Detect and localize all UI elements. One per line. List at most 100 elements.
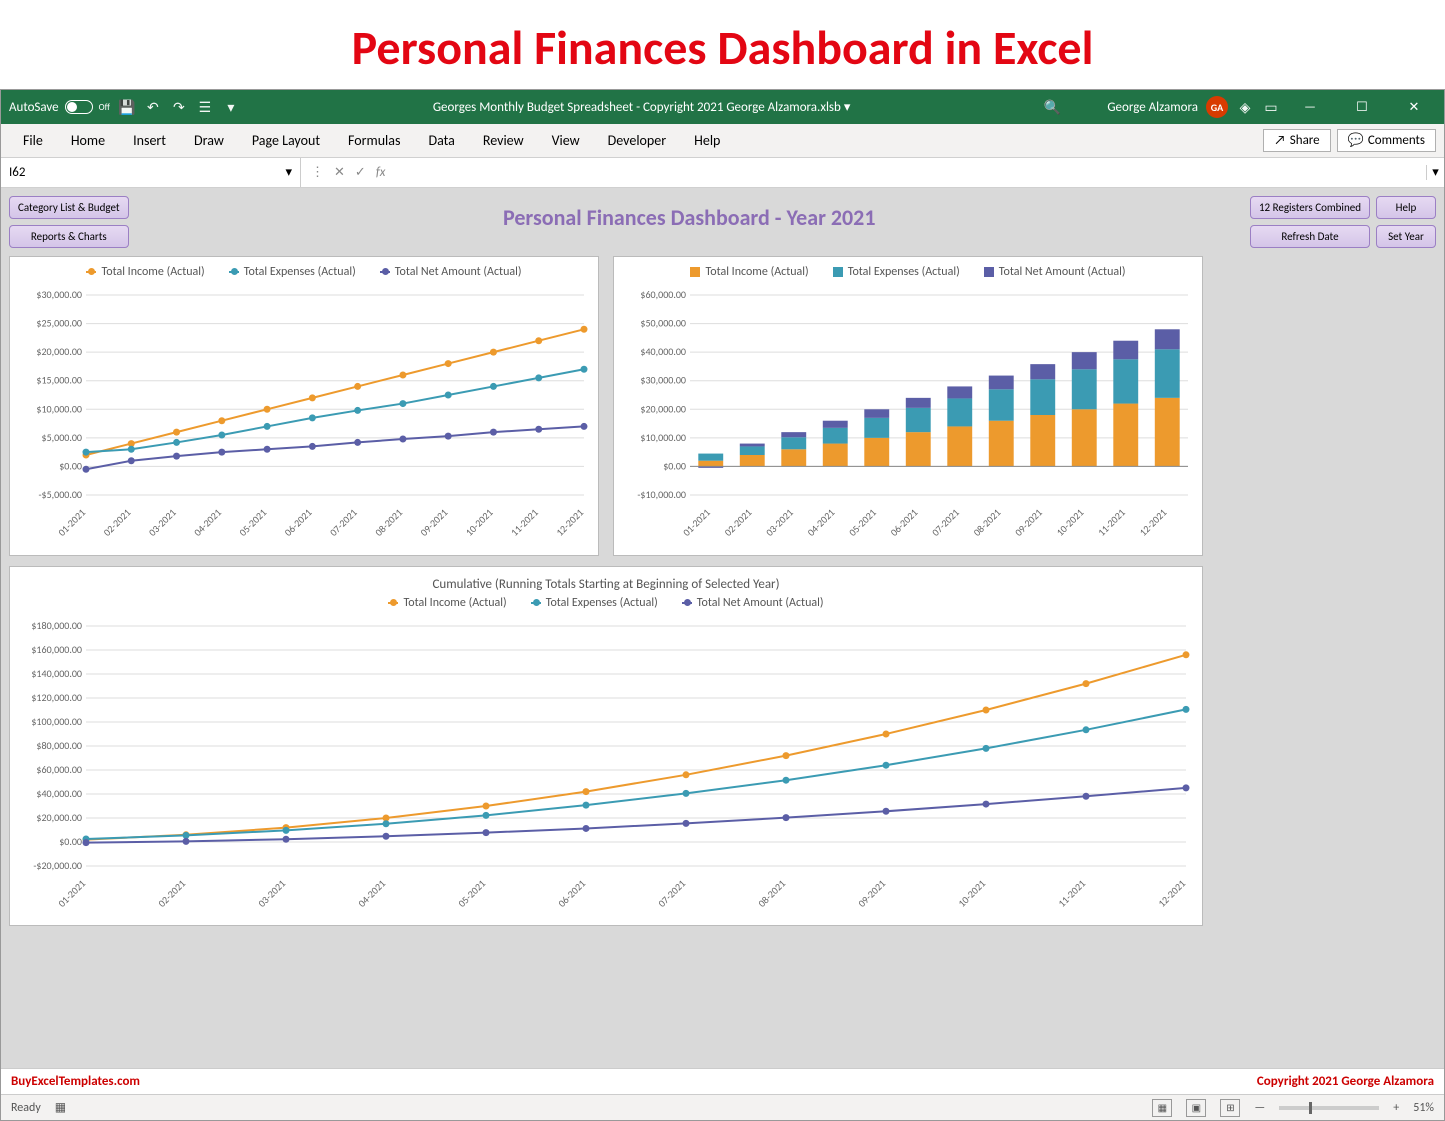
svg-text:09-2021: 09-2021: [417, 506, 450, 539]
svg-text:$180,000.00: $180,000.00: [31, 619, 82, 632]
svg-text:07-2021: 07-2021: [655, 877, 688, 910]
search-icon[interactable]: 🔍: [1043, 98, 1061, 116]
svg-text:03-2021: 03-2021: [255, 877, 288, 910]
tab-view[interactable]: View: [538, 124, 594, 158]
svg-text:$30,000.00: $30,000.00: [640, 374, 686, 387]
dashboard-title: Personal Finances Dashboard - Year 2021: [129, 196, 1250, 231]
worksheet: Category List & Budget Reports & Charts …: [1, 188, 1444, 1068]
refresh-button[interactable]: Refresh Date: [1250, 225, 1370, 248]
svg-text:$120,000.00: $120,000.00: [31, 691, 82, 704]
svg-text:$40,000.00: $40,000.00: [36, 787, 82, 800]
excel-window: AutoSave Off 💾 ↶ ↷ ☰ ▾ Georges Monthly B…: [0, 89, 1445, 1121]
enter-icon[interactable]: ✓: [355, 165, 366, 180]
view-pagelayout-icon[interactable]: ▣: [1186, 1099, 1206, 1117]
view-normal-icon[interactable]: ▦: [1152, 1099, 1172, 1117]
category-budget-button[interactable]: Category List & Budget: [9, 196, 129, 219]
share-button[interactable]: ↗Share: [1263, 129, 1330, 152]
page-title: Personal Finances Dashboard in Excel: [0, 0, 1445, 89]
svg-text:$20,000.00: $20,000.00: [640, 402, 686, 415]
svg-text:09-2021: 09-2021: [855, 877, 888, 910]
autosave-label: AutoSave: [9, 100, 59, 115]
redo-icon[interactable]: ↷: [170, 98, 188, 116]
svg-text:04-2021: 04-2021: [191, 506, 224, 539]
save-icon[interactable]: 💾: [118, 98, 136, 116]
view-pagebreak-icon[interactable]: ⊞: [1220, 1099, 1240, 1117]
autosave-state: Off: [99, 102, 110, 113]
cancel-icon[interactable]: ✕: [334, 165, 345, 180]
formula-bar: I62▾ ⋮ ✕ ✓ fx ▾: [1, 158, 1444, 188]
chart-cumulative: Cumulative (Running Totals Starting at B…: [9, 566, 1203, 926]
zoom-out-icon[interactable]: —: [1254, 1101, 1265, 1115]
svg-text:04-2021: 04-2021: [805, 506, 838, 539]
svg-text:07-2021: 07-2021: [327, 506, 360, 539]
tab-home[interactable]: Home: [57, 124, 119, 158]
dropdown-icon[interactable]: ▾: [222, 98, 240, 116]
svg-text:01-2021: 01-2021: [55, 877, 88, 910]
macro-icon[interactable]: ▦: [55, 1100, 66, 1115]
status-bar: Ready ▦ ▦ ▣ ⊞ — + 51%: [1, 1094, 1444, 1120]
svg-text:$0.00: $0.00: [663, 459, 686, 472]
tab-insert[interactable]: Insert: [119, 124, 180, 158]
minimize-button[interactable]: —: [1288, 90, 1332, 124]
svg-text:11-2021: 11-2021: [508, 506, 541, 539]
name-box[interactable]: I62▾: [1, 158, 301, 187]
svg-text:10-2021: 10-2021: [1054, 506, 1087, 539]
svg-text:10-2021: 10-2021: [463, 506, 496, 539]
svg-text:$5,000.00: $5,000.00: [42, 431, 83, 444]
tab-help[interactable]: Help: [680, 124, 734, 158]
svg-text:12-2021: 12-2021: [1137, 506, 1170, 539]
undo-icon[interactable]: ↶: [144, 98, 162, 116]
svg-text:12-2021: 12-2021: [553, 506, 586, 539]
ribbon-mode-icon[interactable]: ▭: [1262, 98, 1280, 116]
tab-draw[interactable]: Draw: [180, 124, 238, 158]
touch-icon[interactable]: ☰: [196, 98, 214, 116]
svg-text:$10,000.00: $10,000.00: [36, 402, 82, 415]
svg-text:$0.00: $0.00: [59, 835, 82, 848]
chart3-legend: Total Income (Actual) Total Expenses (Ac…: [16, 596, 1196, 610]
comments-button[interactable]: 💬Comments: [1337, 129, 1436, 152]
tab-file[interactable]: File: [9, 124, 57, 158]
svg-text:$20,000.00: $20,000.00: [36, 811, 82, 824]
chart-monthly-line: Total Income (Actual) Total Expenses (Ac…: [9, 256, 599, 556]
legend-square-icon: [833, 267, 843, 277]
zoom-in-icon[interactable]: +: [1393, 1101, 1399, 1115]
reports-charts-button[interactable]: Reports & Charts: [9, 225, 129, 248]
diamond-icon[interactable]: ◈: [1236, 98, 1254, 116]
footer-bar: BuyExcelTemplates.com Copyright 2021 Geo…: [1, 1068, 1444, 1094]
maximize-button[interactable]: ☐: [1340, 90, 1384, 124]
autosave-toggle[interactable]: AutoSave Off: [9, 100, 110, 115]
dots-icon[interactable]: ⋮: [311, 165, 324, 180]
zoom-slider[interactable]: [1279, 1106, 1379, 1110]
avatar[interactable]: GA: [1206, 96, 1228, 118]
svg-text:11-2021: 11-2021: [1095, 506, 1128, 539]
svg-text:10-2021: 10-2021: [955, 877, 988, 910]
window-title: Georges Monthly Budget Spreadsheet - Cop…: [248, 100, 1035, 115]
help-button[interactable]: Help: [1376, 196, 1436, 219]
close-button[interactable]: ✕: [1392, 90, 1436, 124]
tab-review[interactable]: Review: [469, 124, 538, 158]
svg-text:05-2021: 05-2021: [846, 506, 879, 539]
tab-data[interactable]: Data: [414, 124, 468, 158]
tab-page-layout[interactable]: Page Layout: [238, 124, 334, 158]
chart1-legend: Total Income (Actual) Total Expenses (Ac…: [16, 265, 592, 279]
svg-text:01-2021: 01-2021: [55, 506, 88, 539]
setyear-button[interactable]: Set Year: [1376, 225, 1436, 248]
ribbon: File Home Insert Draw Page Layout Formul…: [1, 124, 1444, 158]
zoom-level[interactable]: 51%: [1413, 1101, 1434, 1115]
svg-text:$10,000.00: $10,000.00: [640, 431, 686, 444]
svg-text:02-2021: 02-2021: [722, 506, 755, 539]
svg-text:04-2021: 04-2021: [355, 877, 388, 910]
registers-button[interactable]: 12 Registers Combined: [1250, 196, 1370, 219]
tab-developer[interactable]: Developer: [594, 124, 680, 158]
svg-text:08-2021: 08-2021: [372, 506, 405, 539]
footer-left: BuyExcelTemplates.com: [11, 1074, 140, 1089]
share-icon: ↗: [1274, 133, 1285, 148]
chart2-legend: Total Income (Actual) Total Expenses (Ac…: [620, 265, 1196, 279]
fx-icon[interactable]: fx: [376, 165, 386, 180]
chart3-title: Cumulative (Running Totals Starting at B…: [16, 577, 1196, 592]
svg-text:09-2021: 09-2021: [1012, 506, 1045, 539]
chart2-plot: -$10,000.00$0.00$10,000.00$20,000.00$30,…: [620, 285, 1198, 545]
tab-formulas[interactable]: Formulas: [334, 124, 414, 158]
svg-text:$25,000.00: $25,000.00: [36, 317, 82, 330]
formula-expand[interactable]: ▾: [1426, 165, 1444, 180]
